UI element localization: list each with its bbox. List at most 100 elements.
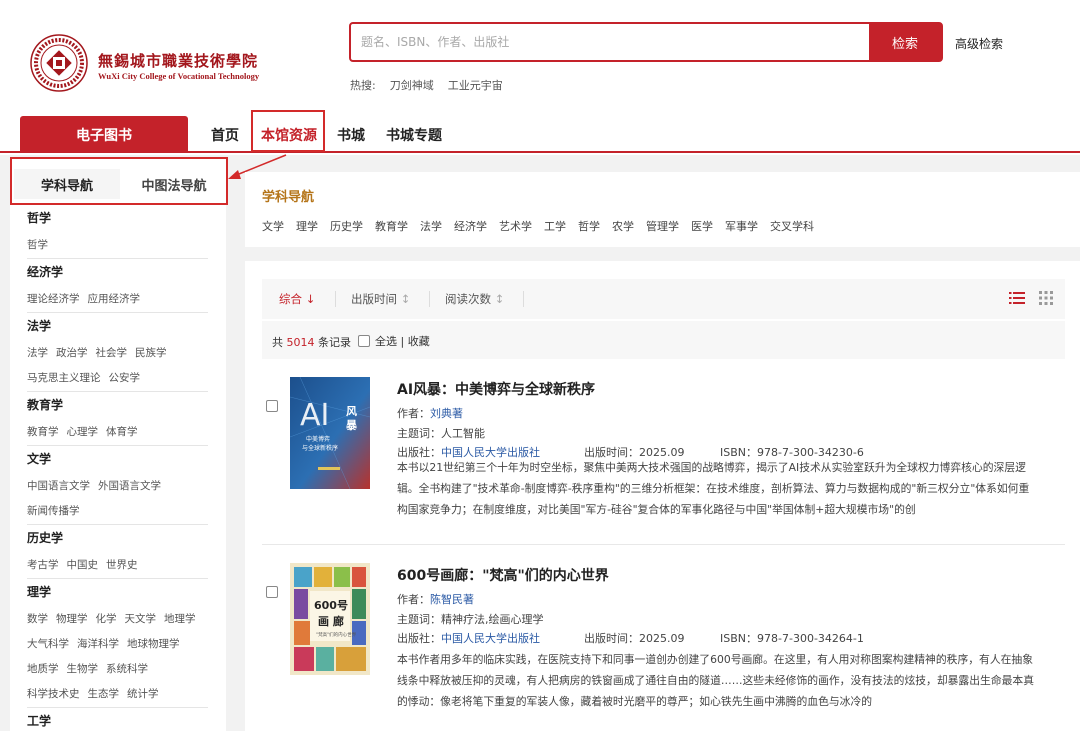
- subcategory-link[interactable]: 应用经济学: [88, 293, 141, 305]
- subject-link[interactable]: 医学: [691, 220, 713, 233]
- book-cover[interactable]: AI 风 暴 中美博弈 与全球新秩序: [290, 377, 370, 489]
- advanced-search-link[interactable]: 高级检索: [955, 35, 1003, 52]
- sort-publish-time[interactable]: 出版时间 ↕: [351, 291, 410, 307]
- nav-home[interactable]: 首页: [211, 125, 239, 145]
- category-group: 法学 法学 政治学 社会学 民族学 马克思主义理论 公安学: [27, 315, 208, 392]
- nav-bookstore-topics[interactable]: 书城专题: [386, 125, 442, 145]
- book-cover[interactable]: 600号 画 廊 "梵高"们的内心世界: [290, 563, 370, 675]
- subcategory-link[interactable]: 地理学: [164, 613, 196, 625]
- subject-link[interactable]: 理学: [296, 220, 318, 233]
- search-button[interactable]: 检索: [869, 24, 941, 60]
- category-title[interactable]: 教育学: [27, 394, 208, 420]
- result-count-bar: 共 5014 条记录 全选 | 收藏: [262, 321, 1065, 359]
- svg-text:暴: 暴: [345, 419, 358, 432]
- subject-link[interactable]: 文学: [262, 220, 284, 233]
- subcategory-link[interactable]: 天文学: [125, 613, 157, 625]
- category-title[interactable]: 文学: [27, 448, 208, 474]
- subcategory-link[interactable]: 数学: [27, 613, 48, 625]
- subcategory-link[interactable]: 科学技术史: [27, 688, 80, 700]
- book-checkbox[interactable]: [266, 400, 278, 412]
- category-title[interactable]: 历史学: [27, 527, 208, 553]
- category-group: 哲学 哲学: [27, 207, 208, 259]
- subcategory-link[interactable]: 外国语言文学: [98, 480, 161, 492]
- subject-link[interactable]: 哲学: [578, 220, 600, 233]
- subcategory-link[interactable]: 海洋科学: [77, 638, 119, 650]
- subcategory-link[interactable]: 体育学: [106, 426, 138, 438]
- author-link[interactable]: 刘典著: [430, 407, 463, 420]
- subcategory-link[interactable]: 教育学: [27, 426, 59, 438]
- subcategory-link[interactable]: 地球物理学: [127, 638, 180, 650]
- subcategory-link[interactable]: 民族学: [135, 347, 167, 359]
- sort-separator: [523, 291, 524, 307]
- subcategory-link[interactable]: 系统科学: [106, 663, 148, 675]
- subcategory-link[interactable]: 统计学: [127, 688, 159, 700]
- category-title[interactable]: 理学: [27, 581, 208, 607]
- sort-read-count[interactable]: 阅读次数 ↕: [445, 291, 504, 307]
- subject-link[interactable]: 管理学: [646, 220, 679, 233]
- grid-view-icon[interactable]: [1039, 291, 1053, 305]
- subcategory-link[interactable]: 公安学: [109, 372, 141, 384]
- subject-link[interactable]: 农学: [612, 220, 634, 233]
- select-all[interactable]: 全选 | 收藏: [358, 333, 430, 349]
- subcategory-link[interactable]: 化学: [96, 613, 117, 625]
- subcategory-link[interactable]: 心理学: [67, 426, 99, 438]
- category-title[interactable]: 法学: [27, 315, 208, 341]
- meta-label: 出版时间：: [584, 632, 639, 645]
- subcategory-link[interactable]: 世界史: [106, 559, 138, 571]
- category-row: 科学技术史 生态学 统计学: [27, 682, 208, 707]
- subject-link[interactable]: 工学: [544, 220, 566, 233]
- keywords-value: 人工智能: [441, 427, 485, 440]
- subject-link[interactable]: 历史学: [330, 220, 363, 233]
- publisher-link[interactable]: 中国人民大学出版社: [441, 632, 540, 645]
- subcategory-link[interactable]: 中国语言文学: [27, 480, 90, 492]
- result-count: 共 5014 条记录: [272, 334, 351, 350]
- nav-divider: [0, 151, 1080, 153]
- subcategory-link[interactable]: 生态学: [88, 688, 120, 700]
- subject-link[interactable]: 艺术学: [499, 220, 532, 233]
- hot-search-label: 热搜:: [350, 79, 376, 92]
- subcategory-link[interactable]: 大气科学: [27, 638, 69, 650]
- sort-comprehensive[interactable]: 综合 ↓: [279, 291, 315, 307]
- hot-term[interactable]: 工业元宇宙: [448, 79, 503, 92]
- subcategory-link[interactable]: 中国史: [67, 559, 99, 571]
- hot-term[interactable]: 刀剑神域: [390, 79, 434, 92]
- subcategory-link[interactable]: 政治学: [56, 347, 88, 359]
- category-group: 文学中国语言文学 外国语言文学新闻传播学: [27, 448, 208, 525]
- category-title[interactable]: 工学: [27, 710, 208, 731]
- book-title[interactable]: 600号画廊："梵高"们的内心世界: [397, 565, 609, 585]
- subcategory-link[interactable]: 理论经济学: [27, 293, 80, 305]
- select-all-checkbox[interactable]: [358, 335, 370, 347]
- subcategory-link[interactable]: 社会学: [96, 347, 128, 359]
- college-logo[interactable]: [30, 34, 88, 92]
- subcategory-link[interactable]: 考古学: [27, 559, 59, 571]
- meta-label: 出版社：: [397, 632, 441, 645]
- subcategory-link[interactable]: 哲学: [27, 239, 48, 251]
- sort-label: 阅读次数: [445, 292, 491, 306]
- subject-link[interactable]: 法学: [420, 220, 442, 233]
- book-title[interactable]: AI风暴：中美博弈与全球新秩序: [397, 379, 595, 399]
- list-view-icon[interactable]: [1009, 291, 1025, 305]
- search-input[interactable]: [351, 24, 869, 60]
- subject-link[interactable]: 教育学: [375, 220, 408, 233]
- subcategory-link[interactable]: 法学: [27, 347, 48, 359]
- subject-link[interactable]: 军事学: [725, 220, 758, 233]
- sort-desc-icon: ↓: [305, 292, 316, 306]
- subcategory-link[interactable]: 马克思主义理论: [27, 372, 101, 384]
- svg-text:600号: 600号: [314, 599, 348, 612]
- nav-bookstore[interactable]: 书城: [337, 125, 365, 145]
- subcategory-link[interactable]: 地质学: [27, 663, 59, 675]
- category-title[interactable]: 经济学: [27, 261, 208, 287]
- category-title[interactable]: 哲学: [27, 207, 208, 233]
- subcategory-link[interactable]: 物理学: [56, 613, 88, 625]
- subcategory-link[interactable]: 生物学: [67, 663, 99, 675]
- subject-link[interactable]: 经济学: [454, 220, 487, 233]
- tab-clc-nav[interactable]: 中图法导航: [122, 169, 226, 199]
- sort-icon: ↕: [400, 292, 411, 306]
- subcategory-link[interactable]: 新闻传播学: [27, 505, 80, 517]
- subject-link[interactable]: 交叉学科: [770, 220, 814, 233]
- nav-ebook[interactable]: 电子图书: [20, 116, 188, 153]
- author-link[interactable]: 陈智民著: [430, 593, 474, 606]
- subject-links: 文学 理学 历史学 教育学 法学 经济学 艺术学 工学 哲学 农学 管理学 医学 军事学 交叉学科: [262, 218, 826, 234]
- book-checkbox[interactable]: [266, 586, 278, 598]
- tab-subject-nav[interactable]: 学科导航: [14, 169, 120, 199]
